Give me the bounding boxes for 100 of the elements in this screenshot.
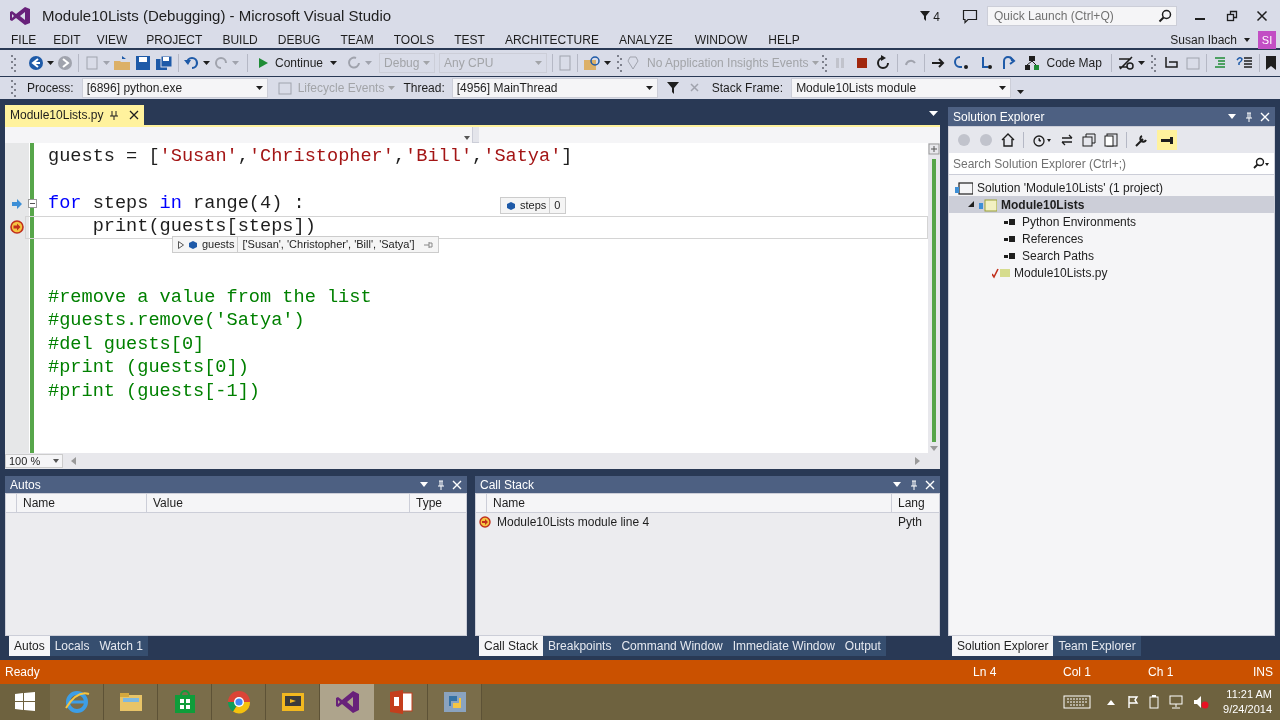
- feedback-icon[interactable]: [962, 8, 978, 24]
- thread-dropdown[interactable]: [4956] MainThread: [451, 78, 658, 98]
- panel-tab[interactable]: Autos: [9, 636, 50, 656]
- restore-icon[interactable]: [1226, 10, 1238, 22]
- tree-item[interactable]: Solution 'Module10Lists' (1 project): [949, 179, 1274, 196]
- filter-icon[interactable]: [665, 81, 680, 95]
- taskbar-app[interactable]: [158, 684, 212, 720]
- menu-item[interactable]: ARCHITECTURE: [504, 31, 599, 49]
- tree-item[interactable]: Module10Lists: [949, 196, 1274, 213]
- column-header[interactable]: Value: [146, 493, 409, 513]
- action-center-icon[interactable]: [1127, 695, 1140, 709]
- find-in-files-icon[interactable]: [583, 55, 602, 71]
- sync-icon[interactable]: [1060, 133, 1074, 147]
- pin-icon[interactable]: [109, 110, 120, 120]
- caret-icon[interactable]: [330, 60, 338, 66]
- caret-icon[interactable]: [47, 60, 54, 66]
- panel-tab[interactable]: Call Stack: [479, 636, 544, 656]
- datatip[interactable]: guests ['Susan', 'Christopher', 'Bill', 'Satya']: [172, 236, 439, 253]
- auto-hide-icon[interactable]: [1157, 130, 1177, 150]
- notifications-icon[interactable]: [919, 10, 932, 22]
- caret-icon[interactable]: [203, 60, 210, 66]
- menu-item[interactable]: TEAM: [340, 31, 374, 49]
- caret-icon[interactable]: [604, 60, 612, 66]
- continue-button[interactable]: Continue: [253, 53, 328, 73]
- clock[interactable]: 11:21 AM 9/24/2014: [1223, 687, 1272, 717]
- menu-item[interactable]: ANALYZE: [618, 31, 673, 49]
- menu-item[interactable]: VIEW: [96, 31, 128, 49]
- taskbar-app[interactable]: [428, 684, 482, 720]
- dropdown-arrow-icon[interactable]: [420, 482, 428, 487]
- panel-tab[interactable]: Immediate Window: [727, 636, 840, 656]
- panel-tab[interactable]: Watch 1: [94, 636, 148, 656]
- save-icon[interactable]: [135, 55, 151, 71]
- scroll-thumb[interactable]: [932, 159, 936, 442]
- panel-tab[interactable]: Solution Explorer: [952, 636, 1054, 656]
- wrench-icon[interactable]: [1135, 133, 1149, 147]
- show-all-files-icon[interactable]: [1104, 133, 1118, 147]
- column-header[interactable]: Lang: [891, 494, 927, 513]
- taskbar-app[interactable]: [374, 684, 428, 720]
- step-into-icon[interactable]: [952, 55, 971, 71]
- start-icon[interactable]: [14, 691, 36, 713]
- tab-list-icon[interactable]: [929, 111, 938, 117]
- toggle-icon[interactable]: [1116, 55, 1135, 71]
- close-icon[interactable]: [129, 110, 140, 120]
- menu-item[interactable]: FILE: [11, 31, 37, 49]
- caret-icon[interactable]: [1137, 60, 1145, 66]
- show-hidden-icons-icon[interactable]: [1107, 699, 1116, 705]
- collapse-all-icon[interactable]: [1082, 133, 1096, 147]
- search-field[interactable]: Search Solution Explorer (Ctrl+;): [949, 153, 1274, 175]
- taskbar-app[interactable]: [212, 684, 266, 720]
- toolbar-grip-icon[interactable]: [617, 54, 623, 72]
- toolbar-grip-icon[interactable]: [1150, 54, 1156, 72]
- panel-tab[interactable]: Breakpoints: [543, 636, 617, 656]
- home-icon[interactable]: [1001, 133, 1015, 147]
- keyboard-icon[interactable]: [1063, 694, 1092, 710]
- close-icon[interactable]: [1256, 10, 1268, 22]
- menu-item[interactable]: DEBUG: [277, 31, 321, 49]
- menu-item[interactable]: TOOLS: [393, 31, 435, 49]
- network-icon[interactable]: [1169, 695, 1186, 709]
- user-name[interactable]: Susan Ibach: [1170, 31, 1237, 49]
- indent-icon[interactable]: [1162, 55, 1179, 71]
- panel-tab[interactable]: Team Explorer: [1053, 636, 1141, 656]
- search-icon[interactable]: [1158, 9, 1172, 23]
- dropdown-arrow-icon[interactable]: [1243, 37, 1251, 43]
- user-avatar[interactable]: SI: [1258, 31, 1276, 49]
- panel-tab[interactable]: Command Window: [616, 636, 728, 656]
- process-dropdown[interactable]: [6896] python.exe: [81, 78, 268, 98]
- zoom-dropdown[interactable]: 100 %: [5, 454, 63, 468]
- menu-item[interactable]: BUILD: [222, 31, 258, 49]
- panel-tab[interactable]: Output: [839, 636, 886, 656]
- step-out-icon[interactable]: [1000, 55, 1017, 71]
- column-header[interactable]: Name: [486, 494, 891, 513]
- tree-item[interactable]: References: [949, 230, 1274, 247]
- taskbar-app[interactable]: [320, 684, 374, 720]
- menu-item[interactable]: PROJECT: [146, 31, 203, 49]
- split-icon[interactable]: [928, 143, 940, 155]
- stack-frame-dropdown[interactable]: Module10Lists module: [791, 78, 1012, 98]
- history-icon[interactable]: [1032, 133, 1052, 147]
- tree-item[interactable]: Search Paths: [949, 247, 1274, 264]
- dropdown-arrow-icon[interactable]: [1228, 114, 1236, 119]
- code-map-button[interactable]: Code Map: [1020, 54, 1106, 72]
- uncomment-icon[interactable]: [1235, 55, 1254, 71]
- menu-item[interactable]: HELP: [768, 31, 800, 49]
- dropdown-arrow-icon[interactable]: [893, 482, 901, 487]
- search-icon[interactable]: [1252, 157, 1270, 171]
- column-header[interactable]: Type: [409, 493, 461, 513]
- datatip[interactable]: steps 0: [500, 197, 567, 214]
- expander-icon[interactable]: [968, 201, 975, 208]
- panel-tab[interactable]: Locals: [49, 636, 95, 656]
- bookmark-icon[interactable]: [1264, 55, 1277, 71]
- menu-item[interactable]: TEST: [454, 31, 485, 49]
- toolbar-grip-icon[interactable]: [11, 54, 16, 72]
- column-header[interactable]: Name: [16, 493, 146, 513]
- undo-icon[interactable]: [184, 55, 200, 71]
- toolbar-overflow-icon[interactable]: [1017, 89, 1025, 95]
- taskbar-app[interactable]: [104, 684, 158, 720]
- stop-icon[interactable]: [856, 57, 869, 69]
- volume-icon[interactable]: [1193, 695, 1210, 709]
- quick-launch-field[interactable]: Quick Launch (Ctrl+Q): [987, 6, 1177, 26]
- save-all-icon[interactable]: [155, 55, 173, 71]
- taskbar-app[interactable]: [266, 684, 320, 720]
